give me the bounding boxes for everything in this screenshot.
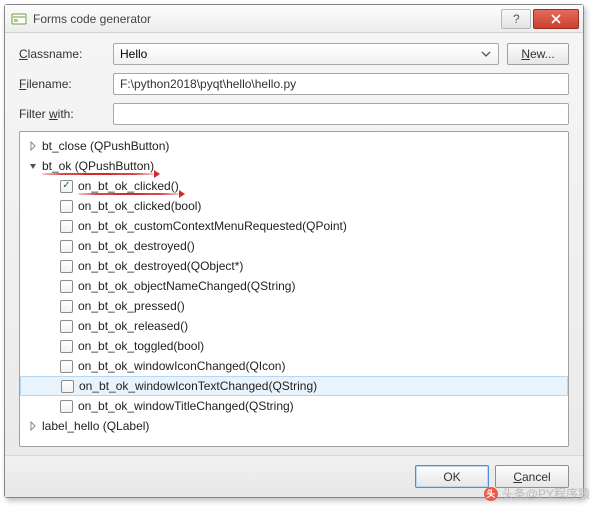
tree-item-label: on_bt_ok_windowIconChanged(QIcon) bbox=[78, 359, 285, 373]
tree-item-label: on_bt_ok_clicked() bbox=[78, 179, 179, 193]
checkbox[interactable] bbox=[61, 380, 74, 393]
checkbox[interactable] bbox=[60, 260, 73, 273]
filter-row: Filter with: bbox=[19, 103, 569, 125]
expander-closed-icon[interactable] bbox=[26, 419, 40, 433]
close-button[interactable] bbox=[533, 9, 579, 29]
tree-item-label: on_bt_ok_clicked(bool) bbox=[78, 199, 201, 213]
filename-label: Filename: bbox=[19, 77, 105, 91]
filter-label: Filter with: bbox=[19, 107, 105, 121]
filter-input[interactable] bbox=[113, 103, 569, 125]
checkbox[interactable] bbox=[60, 300, 73, 313]
checkbox[interactable] bbox=[60, 220, 73, 233]
tree-row[interactable]: on_bt_ok_toggled(bool) bbox=[20, 336, 568, 356]
checkbox[interactable] bbox=[60, 360, 73, 373]
tree-row[interactable]: on_bt_ok_windowIconChanged(QIcon) bbox=[20, 356, 568, 376]
checkbox[interactable] bbox=[60, 280, 73, 293]
checkbox[interactable] bbox=[60, 400, 73, 413]
checkbox[interactable] bbox=[60, 320, 73, 333]
window-buttons: ? bbox=[499, 9, 579, 29]
filename-input[interactable]: F:\python2018\pyqt\hello\hello.py bbox=[113, 73, 569, 95]
help-button[interactable]: ? bbox=[501, 9, 531, 29]
tree-row[interactable]: on_bt_ok_destroyed(QObject*) bbox=[20, 256, 568, 276]
tree-row[interactable]: on_bt_ok_windowTitleChanged(QString) bbox=[20, 396, 568, 416]
tree-item-label: bt_close (QPushButton) bbox=[42, 139, 169, 153]
chevron-down-icon bbox=[478, 46, 494, 62]
tree-row[interactable]: on_bt_ok_windowIconTextChanged(QString) bbox=[20, 376, 568, 396]
tree-item-label: label_hello (QLabel) bbox=[42, 419, 149, 433]
tree-row[interactable]: on_bt_ok_clicked() bbox=[20, 176, 568, 196]
tree-row[interactable]: on_bt_ok_destroyed() bbox=[20, 236, 568, 256]
watermark-logo-icon: 头 bbox=[484, 487, 498, 501]
tree-row[interactable]: label_hello (QLabel) bbox=[20, 416, 568, 436]
tree-item-label: on_bt_ok_toggled(bool) bbox=[78, 339, 204, 353]
tree-row[interactable]: on_bt_ok_customContextMenuRequested(QPoi… bbox=[20, 216, 568, 236]
filename-row: Filename: F:\python2018\pyqt\hello\hello… bbox=[19, 73, 569, 95]
tree-item-label: on_bt_ok_released() bbox=[78, 319, 188, 333]
filename-value: F:\python2018\pyqt\hello\hello.py bbox=[120, 77, 296, 91]
tree-row[interactable]: bt_ok (QPushButton) bbox=[20, 156, 568, 176]
expander-closed-icon[interactable] bbox=[26, 139, 40, 153]
tree-item-label: on_bt_ok_destroyed(QObject*) bbox=[78, 259, 243, 273]
checkbox[interactable] bbox=[60, 340, 73, 353]
titlebar: Forms code generator ? bbox=[5, 5, 583, 33]
tree-row[interactable]: on_bt_ok_objectNameChanged(QString) bbox=[20, 276, 568, 296]
tree-row[interactable]: on_bt_ok_clicked(bool) bbox=[20, 196, 568, 216]
new-button[interactable]: New... bbox=[507, 43, 569, 65]
expander-open-icon[interactable] bbox=[26, 159, 40, 173]
checkbox[interactable] bbox=[60, 200, 73, 213]
app-icon bbox=[11, 11, 27, 27]
classname-label: Classname: bbox=[19, 47, 105, 61]
classname-row: Classname: Hello New... bbox=[19, 43, 569, 65]
tree-item-label: on_bt_ok_destroyed() bbox=[78, 239, 195, 253]
tree-item-label: on_bt_ok_pressed() bbox=[78, 299, 185, 313]
tree-row[interactable]: on_bt_ok_pressed() bbox=[20, 296, 568, 316]
tree-row[interactable]: on_bt_ok_released() bbox=[20, 316, 568, 336]
tree-item-label: bt_ok (QPushButton) bbox=[42, 159, 154, 173]
tree-item-label: on_bt_ok_objectNameChanged(QString) bbox=[78, 279, 295, 293]
checkbox[interactable] bbox=[60, 240, 73, 253]
checkbox[interactable] bbox=[60, 180, 73, 193]
ok-button[interactable]: OK bbox=[415, 465, 489, 488]
tree-item-label: on_bt_ok_windowIconTextChanged(QString) bbox=[79, 379, 317, 393]
watermark-text: 头条@PY程序猿 bbox=[502, 485, 590, 502]
tree-root: bt_close (QPushButton) bt_ok (QPushButton… bbox=[20, 132, 568, 440]
tree-item-label: on_bt_ok_windowTitleChanged(QString) bbox=[78, 399, 294, 413]
tree-row[interactable]: bt_close (QPushButton) bbox=[20, 136, 568, 156]
dialog-window: Forms code generator ? Classname: Hello … bbox=[4, 4, 584, 498]
watermark: 头 头条@PY程序猿 bbox=[484, 485, 590, 502]
form-area: Classname: Hello New... Filename: F:\pyt… bbox=[5, 33, 583, 131]
tree-view[interactable]: bt_close (QPushButton) bt_ok (QPushButton… bbox=[19, 131, 569, 447]
classname-combo[interactable]: Hello bbox=[113, 43, 499, 65]
window-title: Forms code generator bbox=[33, 12, 499, 26]
classname-value: Hello bbox=[120, 47, 147, 61]
tree-item-label: on_bt_ok_customContextMenuRequested(QPoi… bbox=[78, 219, 347, 233]
svg-text:?: ? bbox=[513, 13, 520, 25]
